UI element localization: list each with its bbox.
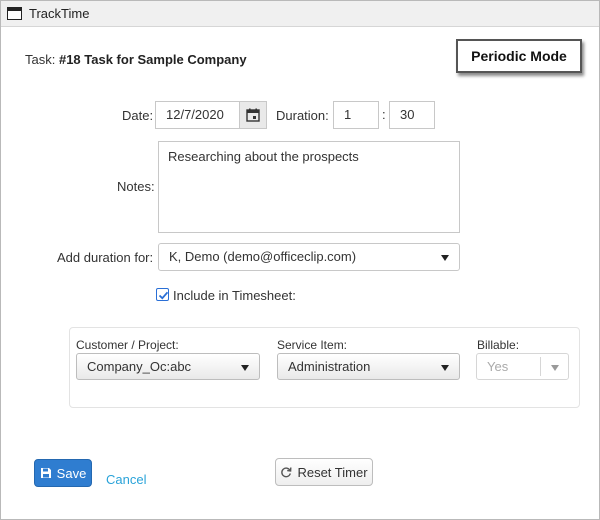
duration-label: Duration: (276, 108, 329, 123)
calendar-icon (246, 108, 260, 122)
chevron-down-icon (441, 365, 449, 371)
task-name: #18 Task for Sample Company (58, 52, 247, 67)
save-icon (40, 468, 51, 478)
select-divider (540, 357, 541, 376)
cancel-link[interactable]: Cancel (106, 472, 146, 487)
notes-label: Notes: (117, 179, 155, 194)
customer-project-value: Company_Oc:abc (87, 359, 192, 374)
checkmark-icon (158, 291, 169, 300)
service-item-label: Service Item: (277, 338, 348, 352)
date-label: Date: (122, 108, 154, 123)
save-label: Save (56, 465, 87, 481)
add-duration-select[interactable]: K, Demo (demo@officeclip.com) (158, 243, 460, 271)
chevron-down-icon (551, 365, 559, 371)
notes-textarea[interactable]: Researching about the prospects (158, 141, 460, 233)
billable-value: Yes (487, 359, 509, 374)
duration-hours-input[interactable]: 1 (333, 101, 379, 129)
billing-panel: Customer / Project: Company_Oc:abc Servi… (69, 327, 580, 408)
service-item-value: Administration (288, 359, 371, 374)
task-line: Task: #18 Task for Sample Company (25, 52, 247, 67)
duration-minutes-input[interactable]: 30 (389, 101, 435, 129)
chevron-down-icon (441, 255, 449, 261)
date-picker-button[interactable] (239, 101, 267, 129)
title-bar: TrackTime (1, 1, 599, 27)
duration-separator: : (382, 107, 386, 122)
add-duration-value: K, Demo (demo@officeclip.com) (169, 249, 357, 264)
window-title: TrackTime (29, 6, 90, 21)
track-time-window: TrackTime Task: #18 Task for Sample Comp… (0, 0, 600, 520)
billable-label: Billable: (477, 338, 520, 352)
reset-timer-button[interactable]: Reset Timer (275, 458, 373, 486)
include-timesheet-label: Include in Timesheet: (173, 288, 296, 303)
add-duration-label: Add duration for: (57, 250, 154, 265)
periodic-mode-badge: Periodic Mode (456, 39, 582, 73)
reset-timer-label: Reset Timer (297, 464, 368, 480)
include-timesheet-checkbox[interactable] (156, 288, 169, 301)
customer-project-select[interactable]: Company_Oc:abc (76, 353, 260, 380)
refresh-icon (281, 467, 292, 478)
customer-project-label: Customer / Project: (76, 338, 179, 352)
chevron-down-icon (241, 365, 249, 371)
date-input[interactable]: 12/7/2020 (155, 101, 240, 129)
save-button[interactable]: Save (34, 459, 92, 487)
task-label: Task: (25, 52, 56, 67)
billable-select[interactable]: Yes (476, 353, 569, 380)
service-item-select[interactable]: Administration (277, 353, 460, 380)
window-icon (7, 7, 22, 20)
